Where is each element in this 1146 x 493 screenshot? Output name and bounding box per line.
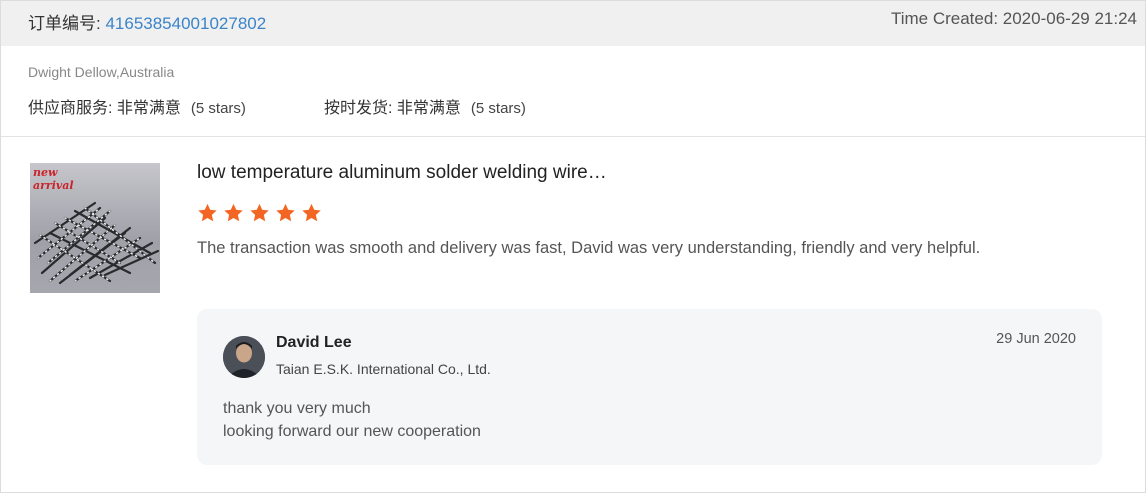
product-title-link[interactable]: low temperature aluminum solder welding … — [197, 162, 607, 184]
star-icon — [198, 203, 217, 222]
reply-message-line: thank you very much — [223, 400, 371, 417]
order-number-row: 订单编号: 41653854001027802 — [28, 9, 266, 34]
reply-company: Taian E.S.K. International Co., Ltd. — [276, 361, 491, 377]
product-image-badge-line-2: arrival — [33, 179, 74, 192]
order-number-link[interactable]: 41653854001027802 — [105, 14, 266, 33]
rating-value: 非常满意 — [396, 100, 461, 117]
order-number-label: 订单编号: — [28, 14, 106, 33]
rating-on-time-delivery: 按时发货: 非常满意 (5 stars) — [324, 94, 526, 118]
order-header: 订单编号: 41653854001027802 Time Created: 20… — [1, 1, 1145, 46]
time-created: Time Created: 2020-06-29 21:24 — [890, 9, 1137, 28]
star-icon — [224, 203, 243, 222]
divider — [1, 136, 1145, 137]
product-image-badge-line-1: new — [33, 166, 58, 179]
product-star-rating — [197, 202, 327, 226]
reply-date: 29 Jun 2020 — [996, 331, 1076, 347]
rating-supplier-service: 供应商服务: 非常满意 (5 stars) — [28, 94, 246, 118]
supplier-reply: David Lee Taian E.S.K. International Co.… — [197, 309, 1102, 465]
reply-author-name: David Lee — [276, 334, 352, 351]
star-icon — [250, 203, 269, 222]
rating-label: 供应商服务: — [28, 100, 117, 117]
review-card: 订单编号: 41653854001027802 Time Created: 20… — [0, 0, 1146, 493]
product-image[interactable]: new arrival — [30, 163, 160, 293]
rating-stars-text: (5 stars) — [470, 100, 526, 117]
star-icon — [276, 203, 295, 222]
rating-value: 非常满意 — [116, 100, 181, 117]
rating-stars-text: (5 stars) — [190, 100, 246, 117]
avatar — [223, 336, 265, 378]
buyer-name-location: Dwight Dellow,Australia — [28, 64, 175, 80]
reply-message-line: looking forward our new cooperation — [223, 423, 481, 440]
star-icon — [302, 203, 321, 222]
rating-label: 按时发货: — [324, 100, 397, 117]
review-text: The transaction was smooth and delivery … — [197, 239, 981, 257]
